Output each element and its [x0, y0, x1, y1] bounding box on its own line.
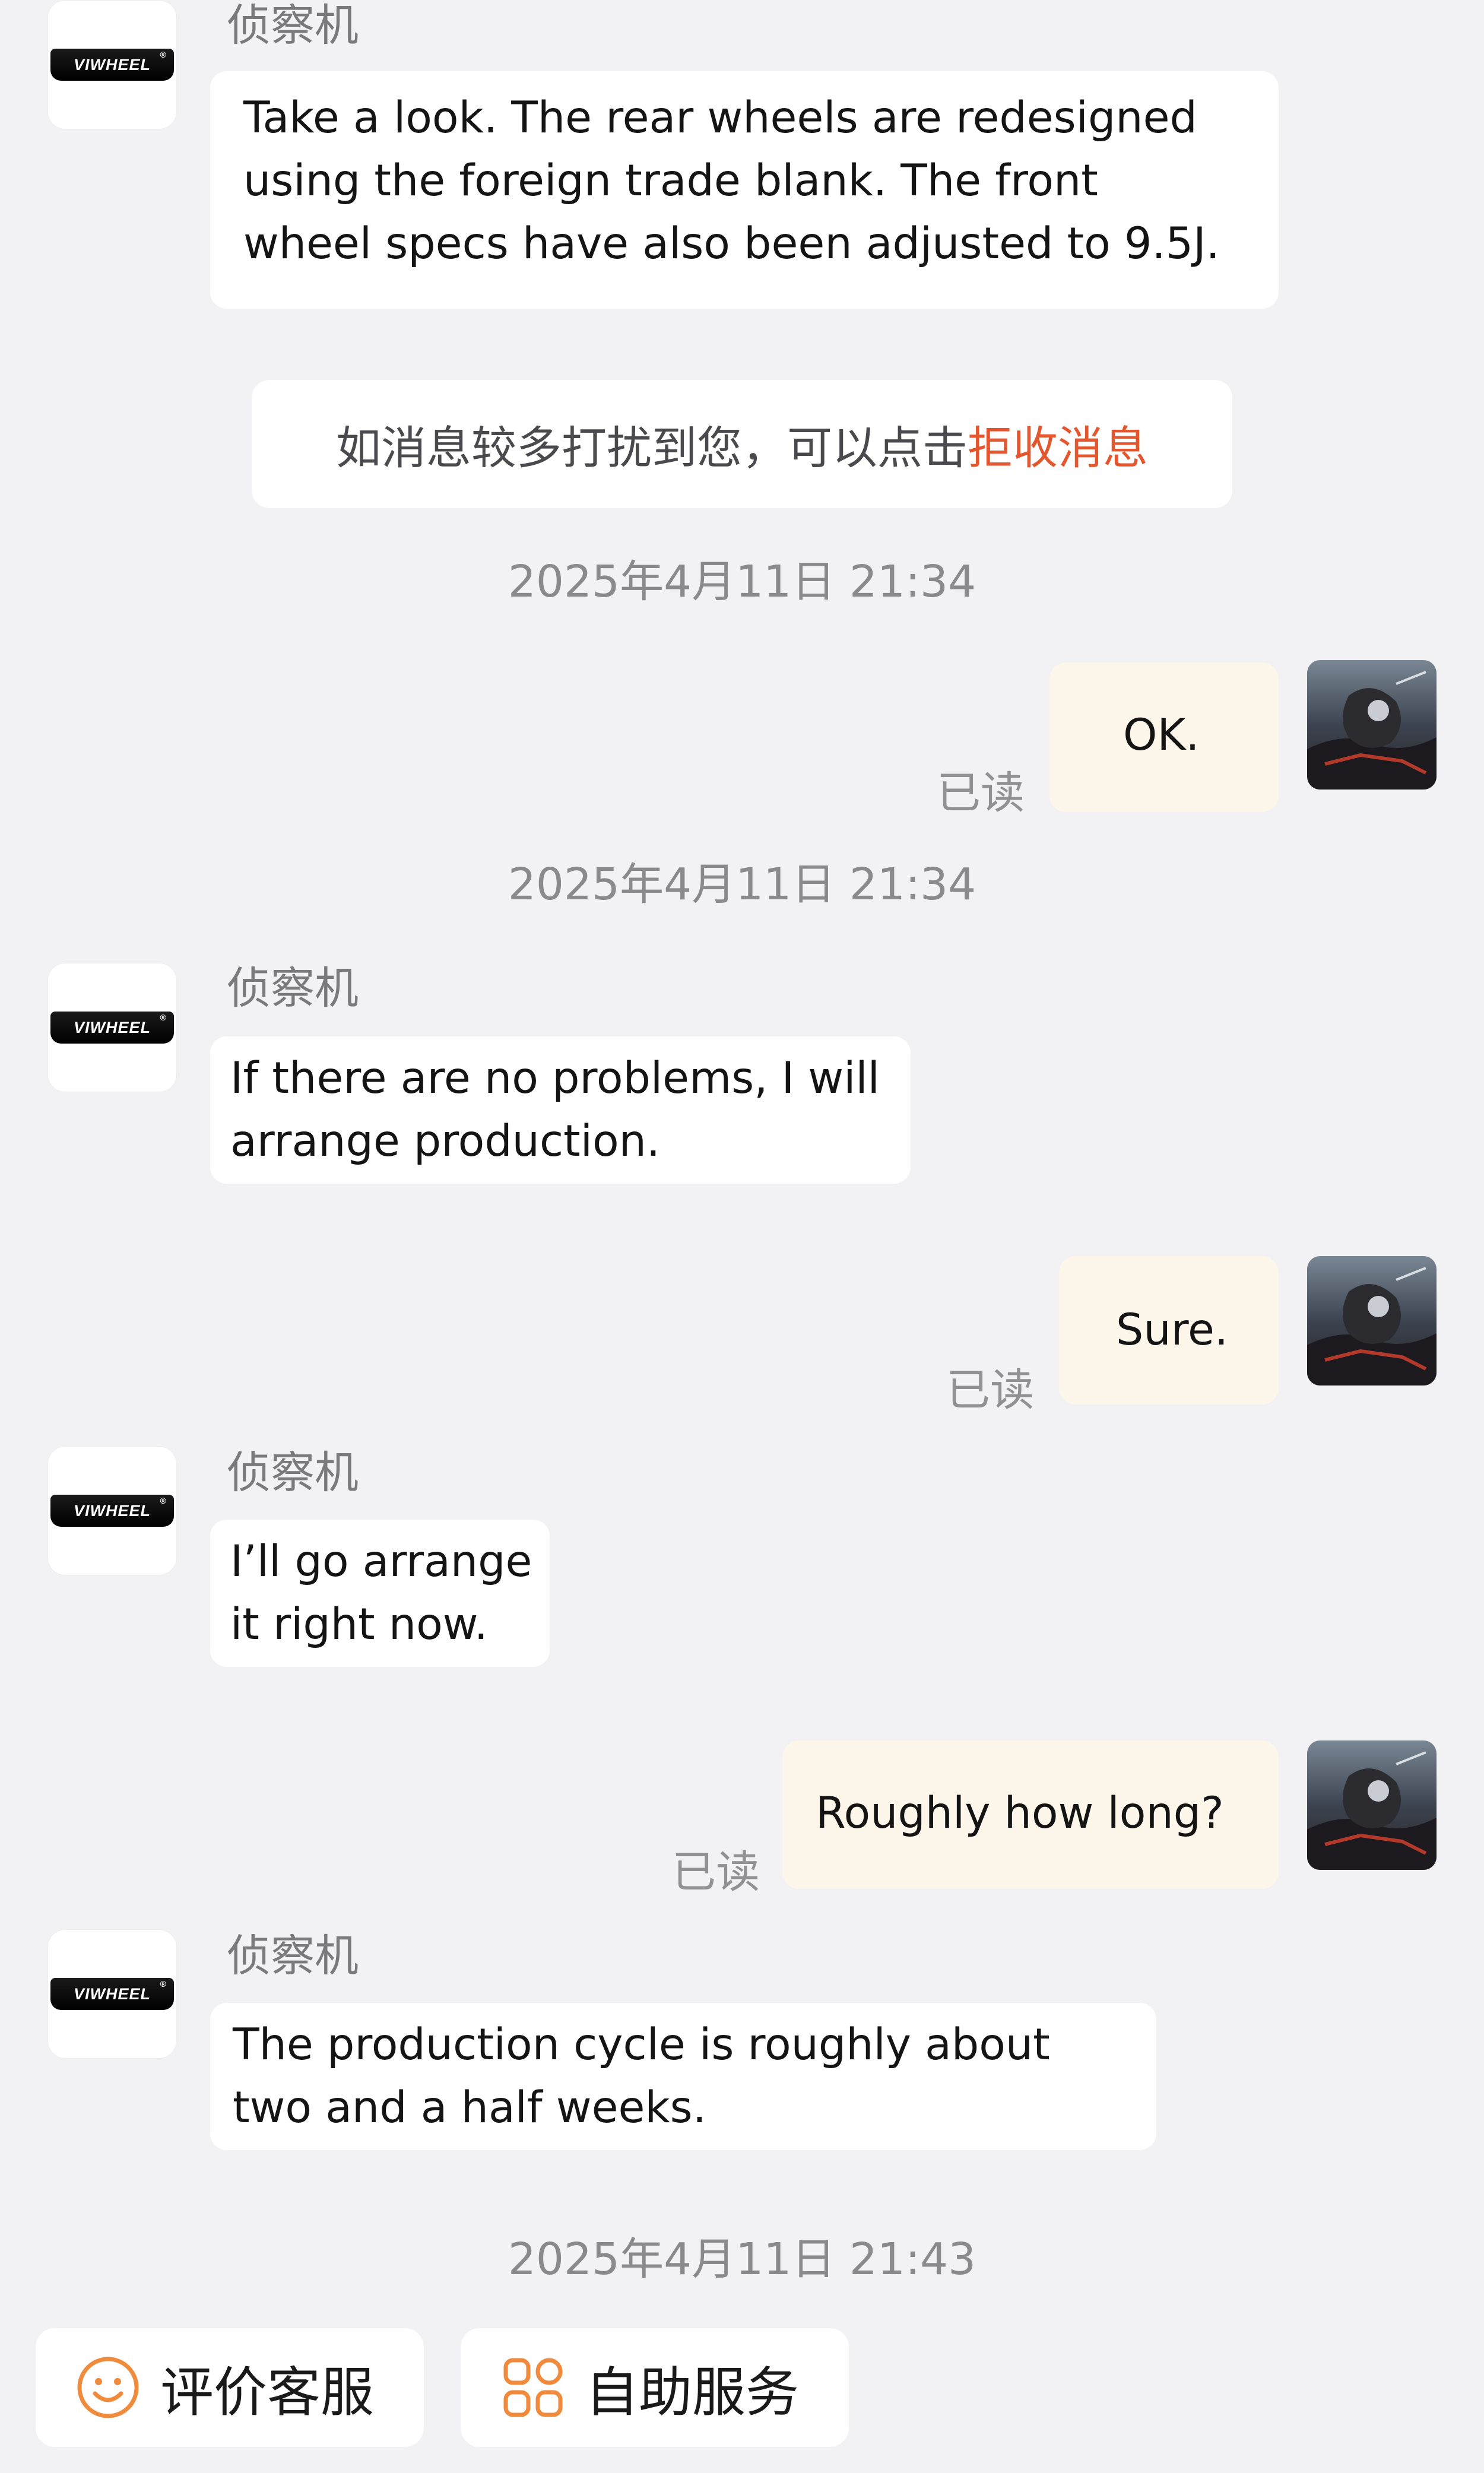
self-service-label: 自助服务	[585, 2361, 799, 2424]
message-line: using the foreign trade blank. The front	[243, 156, 1098, 206]
sender-name: 侦察机	[227, 1930, 359, 1981]
sender-name: 侦察机	[227, 0, 359, 51]
read-status: 已读	[937, 768, 1025, 819]
user-avatar[interactable]	[1307, 1740, 1437, 1870]
message-bubble[interactable]: The production cycle is roughly about tw…	[210, 2003, 1156, 2150]
timestamp: 2025年4月11日 21:34	[508, 859, 976, 910]
smiley-icon	[77, 2357, 139, 2418]
message-line: Take a look. The rear wheels are redesig…	[243, 93, 1197, 143]
read-status: 已读	[946, 1365, 1034, 1416]
message-line: I’ll go arrange	[230, 1536, 532, 1587]
my-message-bubble[interactable]: Roughly how long?	[782, 1740, 1279, 1889]
message-text: OK.	[1123, 710, 1200, 760]
message-line: The production cycle is roughly about	[233, 2019, 1050, 2070]
message-bubble[interactable]: I’ll go arrange it right now.	[210, 1520, 550, 1667]
message-line: it right now.	[230, 1599, 488, 1650]
user-avatar[interactable]	[1307, 1256, 1437, 1385]
message-text: Roughly how long?	[816, 1788, 1224, 1838]
message-line: arrange production.	[230, 1116, 661, 1166]
shop-avatar[interactable]: VIWHEEL ®	[47, 1446, 177, 1575]
self-service-button[interactable]: 自助服务	[461, 2328, 849, 2447]
read-status: 已读	[672, 1847, 760, 1898]
shop-avatar[interactable]: VIWHEEL ®	[47, 0, 177, 129]
my-message-bubble[interactable]: Sure.	[1059, 1256, 1279, 1404]
shop-avatar[interactable]: VIWHEEL ®	[47, 1929, 177, 2059]
my-message-bubble[interactable]: OK.	[1049, 662, 1279, 812]
viwheel-logo: VIWHEEL ®	[50, 49, 174, 81]
rate-service-button[interactable]: 评价客服	[36, 2328, 424, 2447]
message-line: If there are no problems, I will	[230, 1053, 880, 1104]
message-bubble[interactable]: If there are no problems, I will arrange…	[210, 1036, 911, 1184]
user-avatar[interactable]	[1307, 660, 1437, 790]
viwheel-logo: VIWHEEL ®	[50, 1978, 174, 2010]
message-line: wheel specs have also been adjusted to 9…	[243, 218, 1220, 269]
timestamp: 2025年4月11日 21:34	[508, 556, 976, 607]
rate-service-label: 评价客服	[160, 2361, 374, 2424]
sender-name: 侦察机	[227, 963, 359, 1014]
notice-text: 如消息较多打扰到您，可以点击	[336, 421, 968, 474]
grid-apps-icon	[503, 2358, 563, 2417]
viwheel-logo: VIWHEEL ®	[50, 1495, 174, 1527]
message-bubble[interactable]: Take a look. The rear wheels are redesig…	[210, 71, 1279, 309]
message-line: two and a half weeks.	[233, 2082, 706, 2133]
shop-avatar[interactable]: VIWHEEL ®	[47, 963, 177, 1092]
reject-messages-link[interactable]: 拒收消息	[968, 411, 1148, 477]
sender-name: 侦察机	[227, 1447, 359, 1498]
message-text: Sure.	[1116, 1305, 1229, 1355]
viwheel-logo: VIWHEEL ®	[50, 1012, 174, 1044]
reject-messages-notice: 如消息较多打扰到您，可以点击 拒收消息	[252, 380, 1232, 508]
timestamp: 2025年4月11日 21:43	[508, 2234, 976, 2285]
